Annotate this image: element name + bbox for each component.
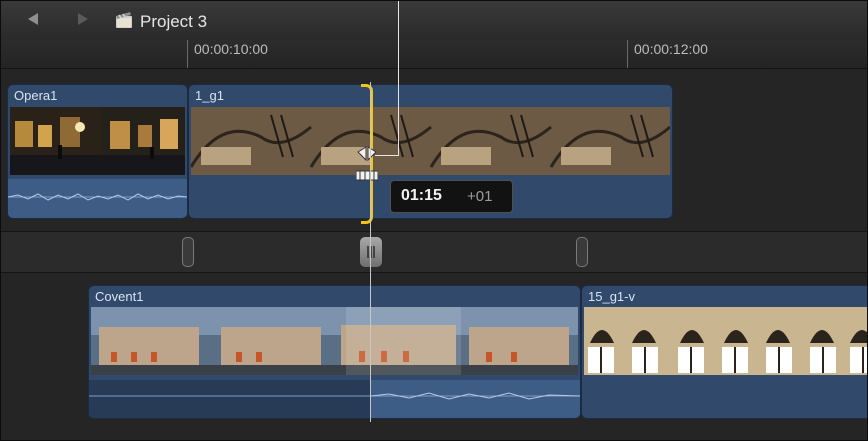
ruler-timecode: 00:00:12:00: [634, 41, 708, 57]
connection-point-handle[interactable]: [182, 237, 194, 267]
clapperboard-icon: [116, 12, 132, 28]
audio-waveform: [8, 179, 187, 218]
clip-covent1[interactable]: Covent1: [88, 285, 581, 419]
clip-filmstrip: [91, 307, 578, 375]
connection-lane: [0, 231, 868, 273]
trim-delta: +01: [467, 188, 493, 205]
back-button[interactable]: [26, 12, 40, 26]
selected-edit-point-handle[interactable]: [359, 236, 383, 268]
clip-filmstrip: [584, 307, 868, 375]
ruler-timecode: 00:00:10:00: [194, 41, 268, 57]
ruler-tick: [627, 40, 628, 68]
clip-title: 1_g1: [195, 88, 224, 103]
playhead[interactable]: [370, 82, 371, 422]
clip-title: Opera1: [14, 88, 58, 103]
ruler-tick: [187, 40, 188, 68]
clip-filmstrip: [10, 107, 185, 175]
clip-15-g1-v[interactable]: 15_g1-v: [581, 285, 868, 419]
connection-point-handle[interactable]: [576, 237, 588, 267]
audio-waveform: [89, 380, 580, 418]
trim-timecode: 01:15: [401, 187, 442, 204]
time-ruler[interactable]: [0, 40, 868, 69]
clip-title: Covent1: [95, 289, 144, 304]
project-title: Project 3: [140, 12, 208, 31]
clip-title: 15_g1-v: [588, 289, 635, 304]
callout-line: [375, 155, 399, 156]
callout-line: [398, 0, 399, 156]
clip-filmstrip: [191, 107, 670, 175]
forward-button[interactable]: [76, 12, 90, 26]
ripple-trim-cursor-icon: [356, 146, 378, 181]
clip-opera1[interactable]: Opera1: [7, 84, 188, 219]
trim-duration-tooltip: 01:15 +01: [390, 180, 513, 213]
timeline-header: Project 3: [0, 0, 868, 40]
timeline-window: Project 3 00:00:10:00 00:00:12:00 Opera1: [0, 0, 868, 441]
